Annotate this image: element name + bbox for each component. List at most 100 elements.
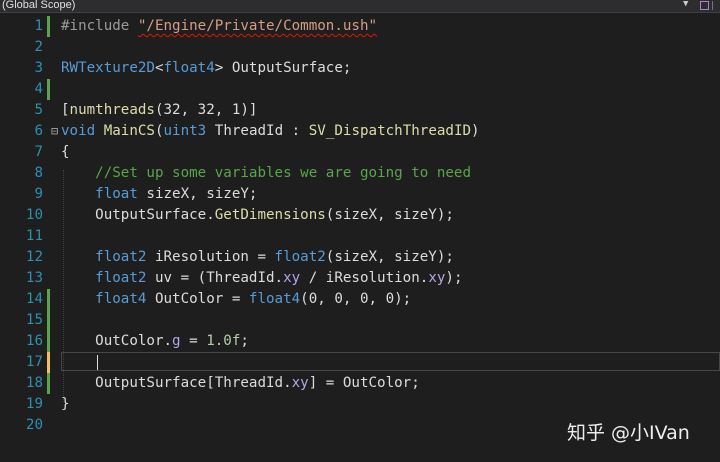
code-editor[interactable]: 1 #include "/Engine/Private/Common.ush" 2 3… — [0, 13, 720, 462]
code-token: SV_DispatchThreadID — [308, 123, 472, 139]
code-text[interactable]: #include "/Engine/Private/Common.ush" — [61, 16, 377, 37]
code-token: } — [61, 396, 70, 412]
code-token: OutColor. — [61, 333, 173, 349]
code-token: OutColor = — [146, 291, 249, 307]
code-token: float2 — [274, 249, 326, 265]
code-text[interactable]: float2 iResolution = float2(sizeX, sizeY… — [61, 247, 454, 268]
code-token: GetDimensions — [214, 207, 326, 223]
code-line[interactable]: 14 float4 OutColor = float4(0, 0, 0, 0); — [0, 289, 720, 310]
line-number: 1 — [34, 18, 43, 34]
code-text[interactable]: //Set up some variables we are going to … — [61, 163, 471, 184]
change-marker — [47, 16, 50, 37]
code-token: #include — [61, 18, 138, 34]
code-line[interactable]: 11 — [0, 226, 720, 247]
code-token: < — [154, 60, 164, 76]
code-token: void — [61, 123, 96, 139]
code-line[interactable]: 19} — [0, 394, 720, 415]
change-marker — [47, 331, 50, 352]
code-line[interactable]: 10 OutputSurface.GetDimensions(sizeX, si… — [0, 205, 720, 226]
splitter-handle[interactable] — [712, 1, 720, 10]
line-number: 6 — [34, 123, 43, 139]
line-number: 2 — [34, 39, 43, 55]
code-text[interactable]: } — [61, 394, 70, 415]
code-line[interactable]: 4 — [0, 79, 720, 100]
code-token: float2 — [95, 270, 147, 286]
code-line[interactable]: 6 ⊟ void MainCS(uint3 ThreadId : SV_Dispat… — [0, 121, 720, 142]
code-line[interactable]: 12 float2 iResolution = float2(sizeX, si… — [0, 247, 720, 268]
line-number: 9 — [34, 186, 43, 202]
code-token: xy — [291, 375, 309, 391]
code-token: OutputSurface. — [61, 207, 215, 223]
code-token: iResolution = — [146, 249, 275, 265]
code-token: / iResolution. — [300, 270, 429, 286]
code-line[interactable]: 13 float2 uv = (ThreadId. xy / iResolutio… — [0, 268, 720, 289]
code-token: sizeX, sizeY; — [137, 186, 258, 202]
change-marker — [47, 352, 50, 373]
code-token: "/Engine/Private/Common.ush" — [137, 18, 378, 34]
code-line[interactable]: 15 — [0, 310, 720, 331]
code-line[interactable]: 9 float sizeX, sizeY; — [0, 184, 720, 205]
code-token: OutputSurface[ThreadId. — [61, 375, 292, 391]
line-number: 12 — [25, 249, 43, 265]
code-token: uv = (ThreadId. — [146, 270, 284, 286]
code-text[interactable]: float sizeX, sizeY; — [61, 184, 257, 205]
code-token: (sizeX, sizeY); — [325, 207, 454, 223]
watermark: 知乎 @小IVan — [567, 422, 690, 444]
line-number: 19 — [25, 396, 43, 412]
line-number: 10 — [25, 207, 43, 223]
code-line[interactable]: 2 — [0, 37, 720, 58]
code-token: [ — [61, 102, 70, 118]
code-line[interactable]: 17 — [0, 352, 720, 373]
scope-bar[interactable]: (Global Scope) ▼ — [0, 0, 720, 13]
code-line[interactable]: 3 RWTexture2D<float4> OutputSurface; — [0, 58, 720, 79]
code-text[interactable]: { — [61, 142, 70, 163]
line-number: 13 — [25, 270, 43, 286]
code-token: float4 — [163, 60, 215, 76]
code-line[interactable]: 8 //Set up some variables we are going t… — [0, 163, 720, 184]
line-number: 8 — [34, 165, 43, 181]
code-token: ); — [445, 270, 463, 286]
code-line[interactable]: 5 [numthreads(32, 32, 1)] — [0, 100, 720, 121]
code-line[interactable]: 1 #include "/Engine/Private/Common.ush" — [0, 16, 720, 37]
collapse-icon[interactable]: ⊟ — [51, 121, 61, 142]
change-marker — [47, 289, 50, 310]
code-text[interactable]: OutputSurface[ThreadId.xy] = OutColor; — [61, 373, 420, 394]
scope-dropdown-label[interactable]: (Global Scope) — [2, 0, 75, 12]
code-token: MainCS — [103, 123, 155, 139]
code-token: g — [172, 333, 181, 349]
line-number: 20 — [25, 417, 43, 433]
code-text[interactable]: void MainCS(uint3 ThreadId : SV_Dispatch… — [61, 121, 480, 142]
line-number: 15 — [25, 312, 43, 328]
change-marker — [47, 373, 50, 394]
line-number: 7 — [34, 144, 43, 160]
code-text[interactable]: float2 uv = (ThreadId.xy / iResolution.x… — [61, 268, 463, 289]
current-line-highlight — [61, 352, 720, 371]
chevron-down-icon[interactable]: ▼ — [683, 0, 688, 11]
code-token: (0, 0, 0, 0); — [300, 291, 412, 307]
member-dropdown-icon[interactable] — [700, 1, 709, 10]
line-number: 17 — [25, 354, 43, 370]
line-number: 18 — [25, 375, 43, 391]
code-token: ( — [154, 123, 164, 139]
code-token: //Set up some variables we are going to … — [95, 165, 472, 181]
code-text[interactable]: float4 OutColor = float4(0, 0, 0, 0); — [61, 289, 411, 310]
code-text[interactable]: OutColor.g = 1.0f; — [61, 331, 249, 352]
code-token: (32, 32, 1)] — [154, 102, 258, 118]
code-line[interactable]: 7{ — [0, 142, 720, 163]
code-token: = — [180, 333, 207, 349]
code-text[interactable]: RWTexture2D<float4> OutputSurface; — [61, 58, 351, 79]
line-number: 5 — [34, 102, 43, 118]
code-line[interactable]: 18 OutputSurface[ThreadId.xy] = OutColor… — [0, 373, 720, 394]
code-token: xy — [428, 270, 446, 286]
code-token: (sizeX, sizeY); — [325, 249, 454, 265]
code-line[interactable]: 16 OutColor.g = 1.0f; — [0, 331, 720, 352]
code-text[interactable]: [numthreads(32, 32, 1)] — [61, 100, 257, 121]
code-token: uint3 — [163, 123, 207, 139]
line-number: 4 — [34, 81, 43, 97]
code-text[interactable]: OutputSurface.GetDimensions(sizeX, sizeY… — [61, 205, 454, 226]
code-token: RWTexture2D — [61, 60, 155, 76]
